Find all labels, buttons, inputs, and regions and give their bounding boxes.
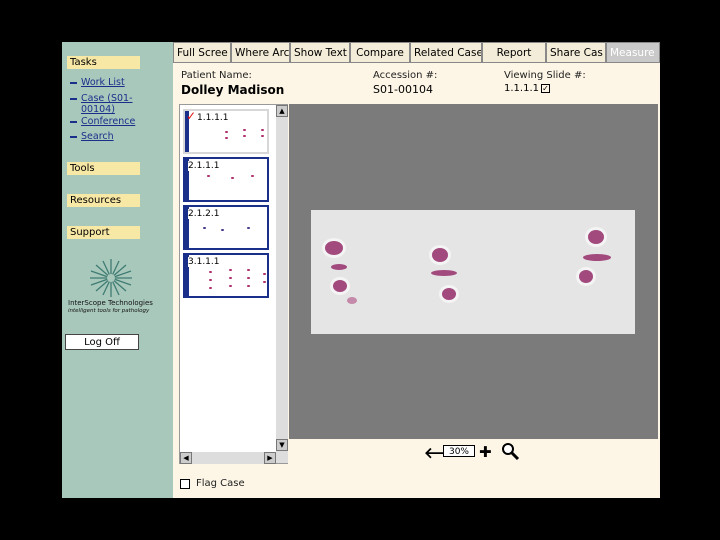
tools-header[interactable]: Tools	[67, 162, 140, 175]
app-window: Tasks Work List Case (S01-00104) Confere…	[62, 42, 660, 498]
tissue-sample	[333, 280, 347, 292]
zoom-level-input[interactable]: 30%	[443, 445, 475, 457]
company-logo-icon	[90, 259, 132, 297]
company-tagline: intelligent tools for pathology	[68, 308, 150, 314]
company-text: InterScope Technologies intelligent tool…	[68, 299, 172, 315]
sidebar-link-work-list[interactable]: Work List	[70, 77, 145, 88]
tissue-sample	[331, 264, 347, 270]
tissue-dot	[247, 269, 250, 271]
thumbnail-slide-3[interactable]: 2.1.2.1	[183, 205, 269, 250]
tissue-dot	[207, 175, 210, 177]
tissue-sample	[588, 230, 604, 244]
sidebar-link-case[interactable]: Case (S01-00104)	[70, 93, 145, 115]
tissue-dot	[247, 285, 250, 287]
tissue-dot	[229, 285, 232, 287]
tissue-dot	[243, 135, 246, 137]
sidebar-link-label: Search	[81, 131, 114, 142]
tissue-sample	[432, 248, 448, 262]
bullet-icon	[70, 121, 77, 123]
tissue-dot	[261, 129, 264, 131]
bullet-icon	[70, 82, 77, 84]
flag-case-label: Flag Case	[196, 478, 245, 489]
sidebar: Tasks Work List Case (S01-00104) Confere…	[62, 42, 173, 498]
company-name: InterScope Technologies	[68, 299, 153, 307]
accession-label: Accession #:	[373, 70, 438, 81]
thumbnail-slide-1[interactable]: ✓ 1.1.1.1	[183, 109, 269, 154]
scroll-down-icon[interactable]: ▼	[276, 439, 288, 451]
checkmark-icon[interactable]: ✓	[541, 84, 550, 93]
tissue-dot	[247, 277, 250, 279]
thumbnail-label: 1.1.1.1	[197, 113, 229, 123]
accession-number: S01-00104	[373, 83, 433, 96]
thumbnail-panel: ✓ 1.1.1.1 2.1.1.1 2.1.2.1 3.1.1.1 ▲ ▼ ◀ …	[179, 104, 288, 464]
tissue-sample	[325, 241, 343, 255]
tissue-dot	[263, 281, 266, 283]
magnifier-icon[interactable]	[500, 442, 520, 460]
resources-header[interactable]: Resources	[67, 194, 140, 207]
tissue-dot	[221, 229, 224, 231]
tissue-dot	[261, 135, 264, 137]
measure-button[interactable]: Measure	[606, 42, 660, 63]
sidebar-link-search[interactable]: Search	[70, 131, 145, 142]
check-icon: ✓	[186, 109, 197, 123]
sidebar-link-label: Work List	[81, 77, 125, 88]
viewing-slide-number: 1.1.1.1	[504, 83, 539, 94]
tasks-header: Tasks	[67, 56, 140, 69]
related-case-button[interactable]: Related Case	[410, 42, 482, 63]
report-button[interactable]: Report	[482, 42, 546, 63]
share-case-button[interactable]: Share Cas	[546, 42, 606, 63]
thumbnail-label: 3.1.1.1	[188, 257, 220, 267]
patient-name-label: Patient Name:	[181, 70, 252, 81]
where-am-i-button[interactable]: Where Arc	[231, 42, 290, 63]
tissue-dot	[209, 271, 212, 273]
support-header[interactable]: Support	[67, 226, 140, 239]
bullet-icon	[70, 98, 77, 100]
slide-image[interactable]	[311, 210, 635, 334]
tissue-dot	[209, 287, 212, 289]
thumbnail-slide-2[interactable]: 2.1.1.1	[183, 157, 269, 202]
tissue-dot	[225, 137, 228, 139]
viewing-slide-label: Viewing Slide #:	[504, 70, 586, 81]
tissue-sample	[442, 288, 456, 300]
patient-name: Dolley Madison	[181, 83, 285, 97]
full-screen-button[interactable]: Full Scree	[173, 42, 231, 63]
thumbnail-horizontal-scrollbar[interactable]: ◀ ▶	[180, 452, 276, 464]
slide-viewer[interactable]	[289, 104, 658, 439]
tissue-dot	[225, 131, 228, 133]
tissue-dot	[263, 273, 266, 275]
tissue-sample	[583, 254, 611, 261]
bullet-icon	[70, 136, 77, 138]
tissue-dot	[231, 177, 234, 179]
show-text-button[interactable]: Show Text	[290, 42, 350, 63]
scroll-right-icon[interactable]: ▶	[264, 452, 276, 464]
tissue-sample	[347, 297, 357, 304]
tissue-dot	[251, 175, 254, 177]
sidebar-link-label: Conference	[81, 116, 136, 127]
thumbnail-label: 2.1.1.1	[188, 161, 220, 171]
thumbnail-slide-4[interactable]: 3.1.1.1	[183, 253, 269, 298]
sidebar-link-label: Case (S01-00104)	[81, 93, 133, 115]
tissue-sample	[579, 270, 593, 283]
scroll-up-icon[interactable]: ▲	[276, 105, 288, 117]
flag-case-option[interactable]: Flag Case	[180, 478, 245, 489]
logoff-button[interactable]: Log Off	[65, 334, 139, 350]
tissue-dot	[229, 269, 232, 271]
tissue-sample	[431, 270, 457, 276]
viewing-slide: 1.1.1.1 ✓	[504, 83, 550, 94]
tissue-dot	[243, 129, 246, 131]
toolbar: Full Scree Where Arc Show Text Compare R…	[173, 42, 660, 65]
scroll-left-icon[interactable]: ◀	[180, 452, 192, 464]
thumbnail-vertical-scrollbar[interactable]: ▲ ▼	[276, 105, 288, 463]
tissue-dot	[203, 227, 206, 229]
sidebar-link-conference[interactable]: Conference	[70, 116, 145, 127]
tissue-dot	[229, 277, 232, 279]
thumbnail-label: 2.1.2.1	[188, 209, 220, 219]
tissue-dot	[247, 227, 250, 229]
zoom-controls: 🡐 30% ✚	[289, 439, 658, 465]
tissue-dot	[209, 279, 212, 281]
compare-button[interactable]: Compare	[350, 42, 410, 63]
flag-case-checkbox[interactable]	[180, 478, 190, 489]
zoom-in-plus-icon[interactable]: ✚	[479, 443, 492, 461]
